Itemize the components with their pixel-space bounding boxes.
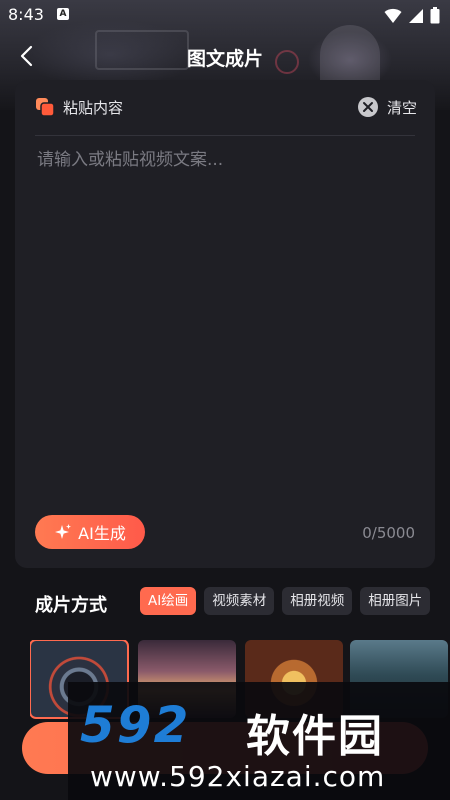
signal-icon xyxy=(409,8,423,23)
status-time: 8:43 xyxy=(8,5,44,24)
character-count: 0/5000 xyxy=(362,524,415,542)
mode-chip-video-material[interactable]: 视频素材 xyxy=(204,587,275,615)
wifi-icon xyxy=(384,8,402,23)
nav-bar: 图文成片 xyxy=(0,36,450,76)
watermark-name: 软件园 xyxy=(246,711,384,762)
paste-content-label: 粘贴内容 xyxy=(63,98,124,117)
text-editor-card: 粘贴内容 清空 AI生成 0/5000 xyxy=(15,80,435,568)
watermark-url: www.592xiazai.com xyxy=(90,760,386,793)
paste-icon xyxy=(36,98,55,117)
mode-chip-ai-painting[interactable]: AI绘画 xyxy=(140,587,197,615)
watermark-logo: 592 xyxy=(80,696,191,754)
page-title: 图文成片 xyxy=(186,48,263,70)
status-bar: 8:43 A xyxy=(0,0,450,32)
paste-content-button[interactable]: 粘贴内容 xyxy=(35,94,123,120)
watermark: 592 软件园 www.592xiazai.com xyxy=(68,682,450,800)
clear-button[interactable]: 清空 xyxy=(357,94,417,120)
script-text-input[interactable] xyxy=(35,146,419,490)
ai-generate-label: AI生成 xyxy=(78,524,126,543)
app-notification-icon: A xyxy=(57,8,69,20)
clear-label: 清空 xyxy=(386,98,417,117)
mode-chip-album-image[interactable]: 相册图片 xyxy=(360,587,431,615)
editor-toolbar: 粘贴内容 清空 xyxy=(15,80,435,132)
status-icons xyxy=(384,7,440,24)
mode-selector: 成片方式 AI绘画 视频素材 相册视频 相册图片 xyxy=(0,585,450,619)
sparkle-icon xyxy=(55,524,72,539)
mode-title: 成片方式 xyxy=(35,595,107,616)
clear-icon xyxy=(357,97,378,117)
mode-chip-album-video[interactable]: 相册视频 xyxy=(282,587,353,615)
divider xyxy=(35,135,415,136)
battery-icon xyxy=(430,7,440,24)
mode-chips: AI绘画 视频素材 相册视频 相册图片 xyxy=(140,587,431,615)
ai-generate-button[interactable]: AI生成 xyxy=(35,515,145,549)
screen: 8:43 A 图文成片 粘贴内容 清空 请输入或粘贴视频文案... AI生成 0… xyxy=(0,0,450,800)
